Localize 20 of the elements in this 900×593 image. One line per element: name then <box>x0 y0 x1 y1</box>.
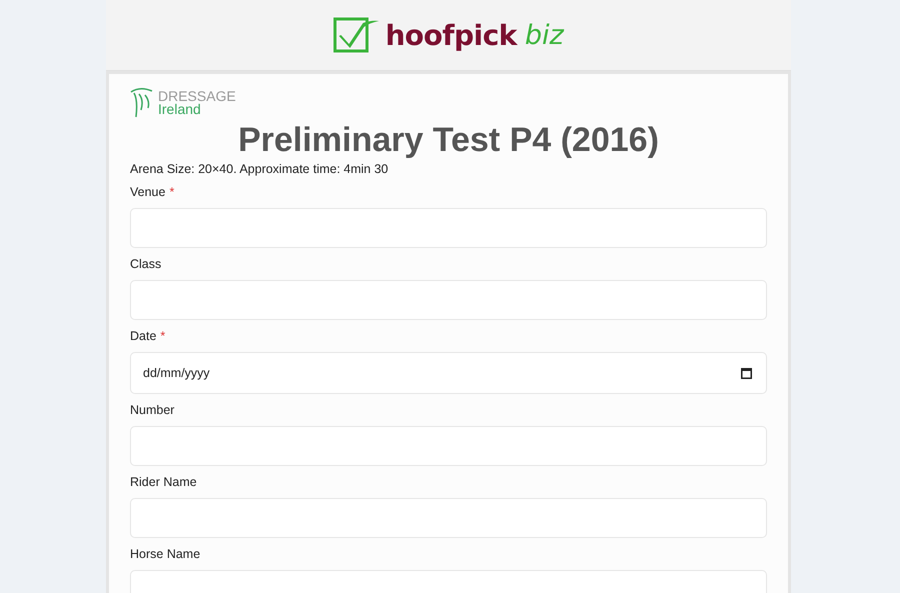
required-marker: * <box>169 185 174 201</box>
brand-suffix: biz <box>524 20 564 50</box>
logo-subtext: Ireland <box>158 103 201 116</box>
text-field[interactable] <box>130 208 767 248</box>
page-title: Preliminary Test P4 (2016) <box>237 120 660 160</box>
logo-text: DRESSAGE <box>158 90 236 103</box>
field-label: Date <box>130 329 156 345</box>
calendar-icon[interactable] <box>741 367 752 379</box>
text-field[interactable] <box>130 426 767 466</box>
test-details: Arena Size: 20×40. Approximate time: 4min 30 <box>130 162 390 176</box>
date-field[interactable]: dd/mm/yyyy <box>130 352 767 394</box>
field-label: Rider Name <box>130 475 197 491</box>
text-field[interactable] <box>130 498 767 538</box>
field-label: Horse Name <box>130 547 200 563</box>
text-field[interactable] <box>130 280 767 320</box>
field-label: Venue <box>130 185 166 201</box>
field-label: Number <box>130 403 174 419</box>
field-label: Class <box>130 257 162 273</box>
required-marker: * <box>160 329 166 345</box>
brand-name: hoofpick <box>385 18 517 52</box>
